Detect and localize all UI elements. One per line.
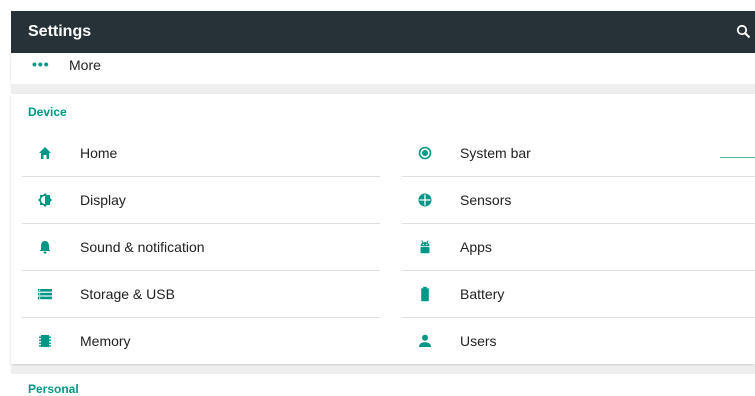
list-item-label: Memory (80, 333, 131, 349)
list-item-storage[interactable]: Storage & USB (22, 271, 380, 318)
list-item-sensors[interactable]: Sensors (402, 177, 755, 224)
radio-icon (418, 146, 432, 160)
brightness-icon (38, 193, 52, 207)
personal-card: Personal (11, 374, 755, 396)
list-item-more[interactable]: ••• More (11, 53, 755, 77)
wireless-card: ••• More (11, 53, 755, 84)
list-item-label: Battery (460, 286, 505, 302)
list-item-label: Apps (460, 239, 492, 255)
more-horiz-icon: ••• (32, 56, 50, 72)
list-item-label: Display (80, 192, 126, 208)
list-item-label: Sound & notification (80, 239, 205, 255)
person-icon (419, 334, 431, 347)
list-item-system-bar[interactable]: System bar (402, 130, 755, 177)
device-card: Device Home Display Sound & notification (11, 94, 755, 364)
android-icon (420, 240, 430, 254)
section-divider (11, 84, 755, 94)
list-item-label: System bar (460, 145, 531, 161)
list-item-display[interactable]: Display (22, 177, 380, 224)
sensors-icon (418, 193, 432, 207)
app-bar: Settings (11, 11, 755, 53)
list-item-users[interactable]: Users (402, 318, 755, 365)
search-icon[interactable] (735, 23, 755, 43)
list-item-sound[interactable]: Sound & notification (22, 224, 380, 271)
list-item-home[interactable]: Home (22, 130, 380, 177)
list-item-label: More (69, 57, 101, 73)
list-item-label: Sensors (460, 192, 512, 208)
list-item-label: Storage & USB (80, 286, 175, 302)
status-area (0, 0, 755, 11)
battery-icon (421, 286, 429, 302)
page-title: Settings (28, 23, 92, 40)
section-title-device: Device (28, 105, 67, 119)
accent-indicator (720, 157, 755, 158)
bell-icon (39, 241, 51, 254)
memory-icon (39, 335, 51, 347)
list-item-label: Home (80, 145, 118, 161)
storage-icon (38, 289, 52, 300)
list-item-memory[interactable]: Memory (22, 318, 380, 365)
list-item-battery[interactable]: Battery (402, 271, 755, 318)
section-divider (11, 366, 755, 374)
list-item-label: Users (460, 333, 497, 349)
home-icon (39, 147, 51, 159)
list-item-apps[interactable]: Apps (402, 224, 755, 271)
